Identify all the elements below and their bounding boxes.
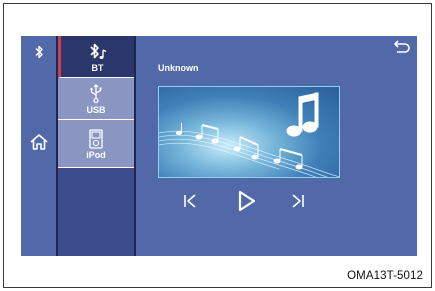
next-track-icon[interactable] bbox=[286, 186, 310, 216]
source-item-ipod[interactable]: iPod bbox=[58, 120, 134, 168]
back-arrow-icon[interactable] bbox=[393, 39, 411, 58]
system-rail bbox=[21, 36, 56, 256]
source-label: BT bbox=[91, 63, 104, 73]
playback-controls bbox=[136, 186, 417, 216]
previous-track-icon[interactable] bbox=[178, 186, 202, 216]
ipod-icon bbox=[89, 128, 103, 150]
track-title: Unknown bbox=[158, 63, 199, 73]
infotainment-screen: BT USB iPod Unknown bbox=[21, 36, 417, 256]
source-item-bt[interactable]: BT bbox=[58, 36, 134, 78]
bluetooth-icon[interactable] bbox=[21, 45, 56, 59]
play-icon[interactable] bbox=[234, 186, 260, 216]
bluetooth-music-icon bbox=[88, 41, 108, 63]
source-item-usb[interactable]: USB bbox=[58, 78, 134, 120]
home-icon[interactable] bbox=[21, 133, 56, 151]
source-label: iPod bbox=[86, 150, 106, 160]
source-label: USB bbox=[86, 105, 106, 115]
usb-icon bbox=[88, 83, 104, 105]
album-art bbox=[158, 86, 340, 178]
player-panel: Unknown bbox=[136, 36, 417, 256]
source-list: BT USB iPod bbox=[56, 36, 136, 256]
figure-caption: OMA13T-5012 bbox=[347, 270, 423, 282]
